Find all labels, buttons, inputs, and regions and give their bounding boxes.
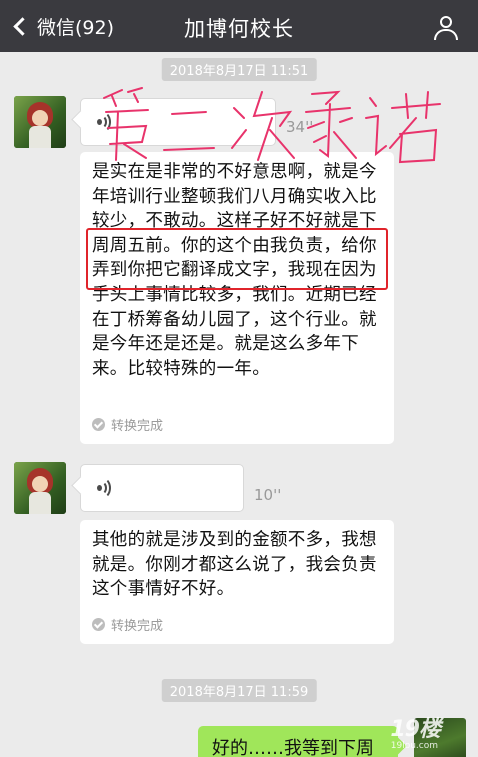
handwritten-annotation — [103, 87, 441, 164]
avatar[interactable] — [14, 96, 66, 148]
contact-profile-icon[interactable] — [432, 16, 460, 40]
voice-icon — [97, 477, 117, 499]
convert-status: 转换完成 — [92, 415, 163, 434]
voice-transcript[interactable]: 其他的就是涉及到的金额不多，我想就是。你刚才都这么说了，我会负责这个事情好不好。… — [80, 520, 394, 644]
chat-title: 加博何校长 — [184, 17, 294, 41]
watermark-logo: 19楼 — [390, 717, 441, 742]
sent-message-bubble[interactable]: 好的……我等到下周 — [198, 726, 398, 757]
voice-message-bubble[interactable] — [80, 464, 244, 512]
convert-status: 转换完成 — [92, 615, 163, 634]
watermark-url: 19lou.com — [390, 741, 438, 751]
voice-transcript[interactable]: 是实在是非常的不好意思啊，就是今年培训行业整顿我们八月确实收入比较少，不敢动。这… — [80, 152, 394, 444]
nav-bar: 微信(92) 加博何校长 — [0, 0, 478, 52]
highlight-box — [86, 228, 388, 290]
timestamp: 2018年8月17日 11:59 — [161, 679, 317, 702]
voice-duration: 10'' — [254, 486, 282, 504]
convert-status-label: 转换完成 — [111, 619, 164, 634]
check-icon — [92, 618, 105, 631]
avatar[interactable] — [14, 462, 66, 514]
convert-status-label: 转换完成 — [111, 419, 164, 434]
check-icon — [92, 418, 105, 431]
transcript-text: 其他的就是涉及到的金额不多，我想就是。你刚才都这么说了，我会负责这个事情好不好。 — [92, 530, 377, 600]
